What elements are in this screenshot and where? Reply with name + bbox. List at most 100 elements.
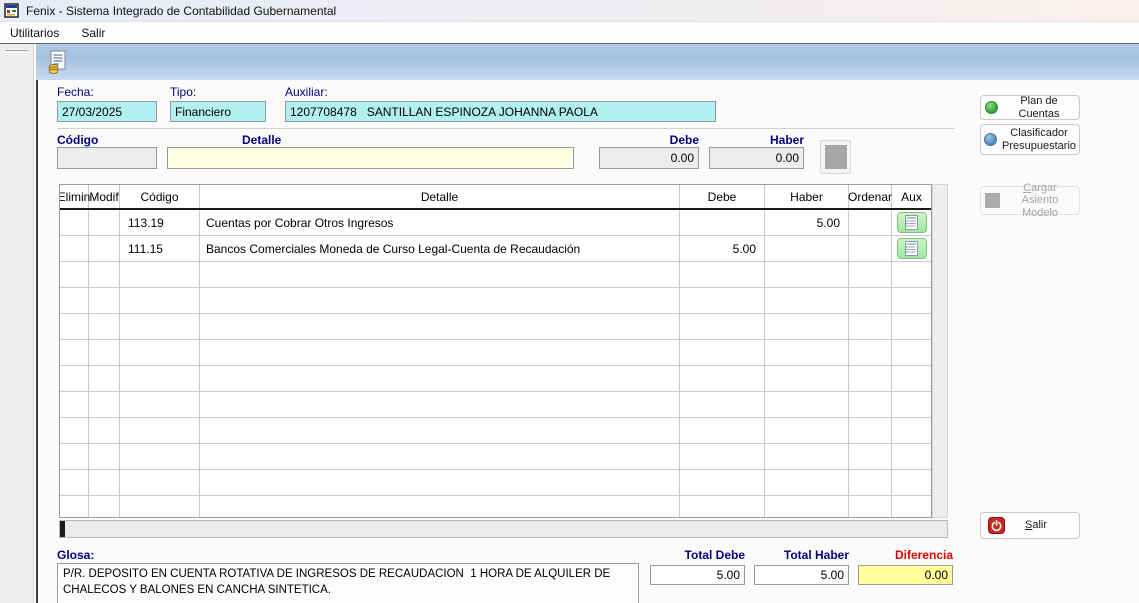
menu-utilitarios[interactable]: Utilitarios: [8, 24, 61, 42]
salir-button[interactable]: Salir: [980, 512, 1080, 539]
cell-elimin: [60, 470, 89, 495]
menu-bar: Utilitarios Salir: [0, 22, 1139, 43]
cell-modif: [89, 366, 120, 391]
cell-ordenar: [849, 236, 892, 261]
cell-debe: [680, 262, 765, 287]
scrollbar-thumb[interactable]: [60, 521, 65, 537]
col-header-debe[interactable]: Debe: [680, 185, 765, 208]
menu-salir[interactable]: Salir: [79, 24, 107, 42]
cell-haber: [765, 366, 849, 391]
window-title: Fenix - Sistema Integrado de Contabilida…: [26, 3, 337, 18]
clasificador-presupuestario-button[interactable]: Clasificador Presupuestario: [980, 124, 1080, 155]
app-icon: [4, 2, 20, 19]
cell-modif: [89, 418, 120, 443]
cell-ordenar: [849, 444, 892, 469]
table-row[interactable]: [60, 314, 931, 340]
separator-line: [57, 128, 955, 129]
glosa-field[interactable]: P/R. DEPOSITO EN CUENTA ROTATIVA DE INGR…: [57, 563, 639, 603]
col-header-aux[interactable]: Aux: [892, 185, 931, 208]
table-row[interactable]: [60, 418, 931, 444]
fecha-field[interactable]: [57, 101, 157, 122]
table-row[interactable]: [60, 470, 931, 496]
cell-modif: [89, 340, 120, 365]
detalle-label: Detalle: [242, 133, 282, 147]
gray-square-icon: [824, 145, 847, 169]
auxiliar-label: Auxiliar:: [285, 85, 328, 99]
col-header-codigo[interactable]: Código: [120, 185, 200, 208]
col-header-elimin[interactable]: Elimin: [60, 185, 90, 208]
col-header-detalle[interactable]: Detalle: [200, 185, 680, 208]
table-row[interactable]: [60, 392, 931, 418]
haber-entry-field[interactable]: [709, 147, 804, 169]
table-vertical-scrollbar[interactable]: [932, 184, 948, 518]
cell-elimin: [60, 366, 89, 391]
total-haber-label: Total Haber: [783, 548, 849, 562]
left-panel: [0, 44, 34, 603]
cell-codigo: [120, 444, 200, 469]
cell-aux: [892, 340, 931, 365]
app-body: Fecha: Tipo: Auxiliar: Código Detalle De…: [0, 43, 1139, 603]
cell-detalle: [200, 496, 680, 517]
cell-debe: [680, 210, 765, 235]
entries-table: Elimin Modif Código Detalle Debe Haber O…: [59, 184, 932, 518]
detalle-entry-field[interactable]: [167, 147, 574, 169]
cell-detalle: [200, 288, 680, 313]
table-row[interactable]: [60, 262, 931, 288]
document-coins-icon: [47, 50, 69, 77]
cell-haber: [765, 444, 849, 469]
cell-haber: [765, 470, 849, 495]
cell-codigo: [120, 418, 200, 443]
cell-detalle: [200, 366, 680, 391]
table-row[interactable]: [60, 496, 931, 517]
table-row[interactable]: [60, 288, 931, 314]
cell-detalle: [200, 444, 680, 469]
debe-entry-field[interactable]: [599, 147, 699, 169]
power-icon: [988, 517, 1005, 534]
table-row[interactable]: [60, 366, 931, 392]
cell-elimin: [60, 288, 89, 313]
table-row[interactable]: [60, 340, 931, 366]
cell-codigo: 111.15: [120, 236, 200, 261]
table-row[interactable]: [60, 444, 931, 470]
auxiliar-field[interactable]: [285, 101, 716, 122]
haber-label: Haber: [769, 133, 804, 147]
splitter-grip[interactable]: [5, 50, 28, 53]
cell-codigo: 113.19: [120, 210, 200, 235]
diferencia-field: [858, 565, 953, 585]
cell-modif: [89, 262, 120, 287]
cell-aux: [892, 496, 931, 517]
cell-ordenar: [849, 288, 892, 313]
col-header-modif[interactable]: Modif: [89, 185, 120, 208]
table-row[interactable]: 111.15 Bancos Comerciales Moneda de Curs…: [60, 236, 931, 262]
cell-debe: [680, 470, 765, 495]
cell-haber: [765, 418, 849, 443]
table-row[interactable]: 113.19 Cuentas por Cobrar Otros Ingresos…: [60, 210, 931, 236]
cell-aux: [892, 470, 931, 495]
cell-haber: [765, 314, 849, 339]
cell-ordenar: [849, 314, 892, 339]
tipo-field[interactable]: [170, 101, 266, 122]
cell-aux: [892, 236, 931, 261]
cell-codigo: [120, 366, 200, 391]
cell-haber: [765, 392, 849, 417]
aux-button[interactable]: [896, 212, 927, 233]
col-header-ordenar[interactable]: Ordenar: [848, 185, 892, 208]
table-horizontal-scrollbar[interactable]: [59, 520, 948, 538]
cell-elimin: [60, 418, 89, 443]
new-entry-button[interactable]: [46, 50, 70, 74]
cell-ordenar: [849, 262, 892, 287]
cell-codigo: [120, 340, 200, 365]
cell-detalle: [200, 340, 680, 365]
cell-aux: [892, 210, 931, 235]
plan-de-cuentas-button[interactable]: Plan de Cuentas: [980, 95, 1080, 120]
cell-modif: [89, 314, 120, 339]
codigo-entry-field[interactable]: [57, 147, 157, 169]
cell-modif: [89, 496, 120, 517]
cell-modif: [89, 210, 120, 235]
aux-button[interactable]: [896, 238, 927, 259]
fecha-label: Fecha:: [57, 85, 94, 99]
cell-debe: 5.00: [680, 236, 765, 261]
cell-codigo: [120, 314, 200, 339]
col-header-haber[interactable]: Haber: [765, 185, 849, 208]
cell-aux: [892, 418, 931, 443]
